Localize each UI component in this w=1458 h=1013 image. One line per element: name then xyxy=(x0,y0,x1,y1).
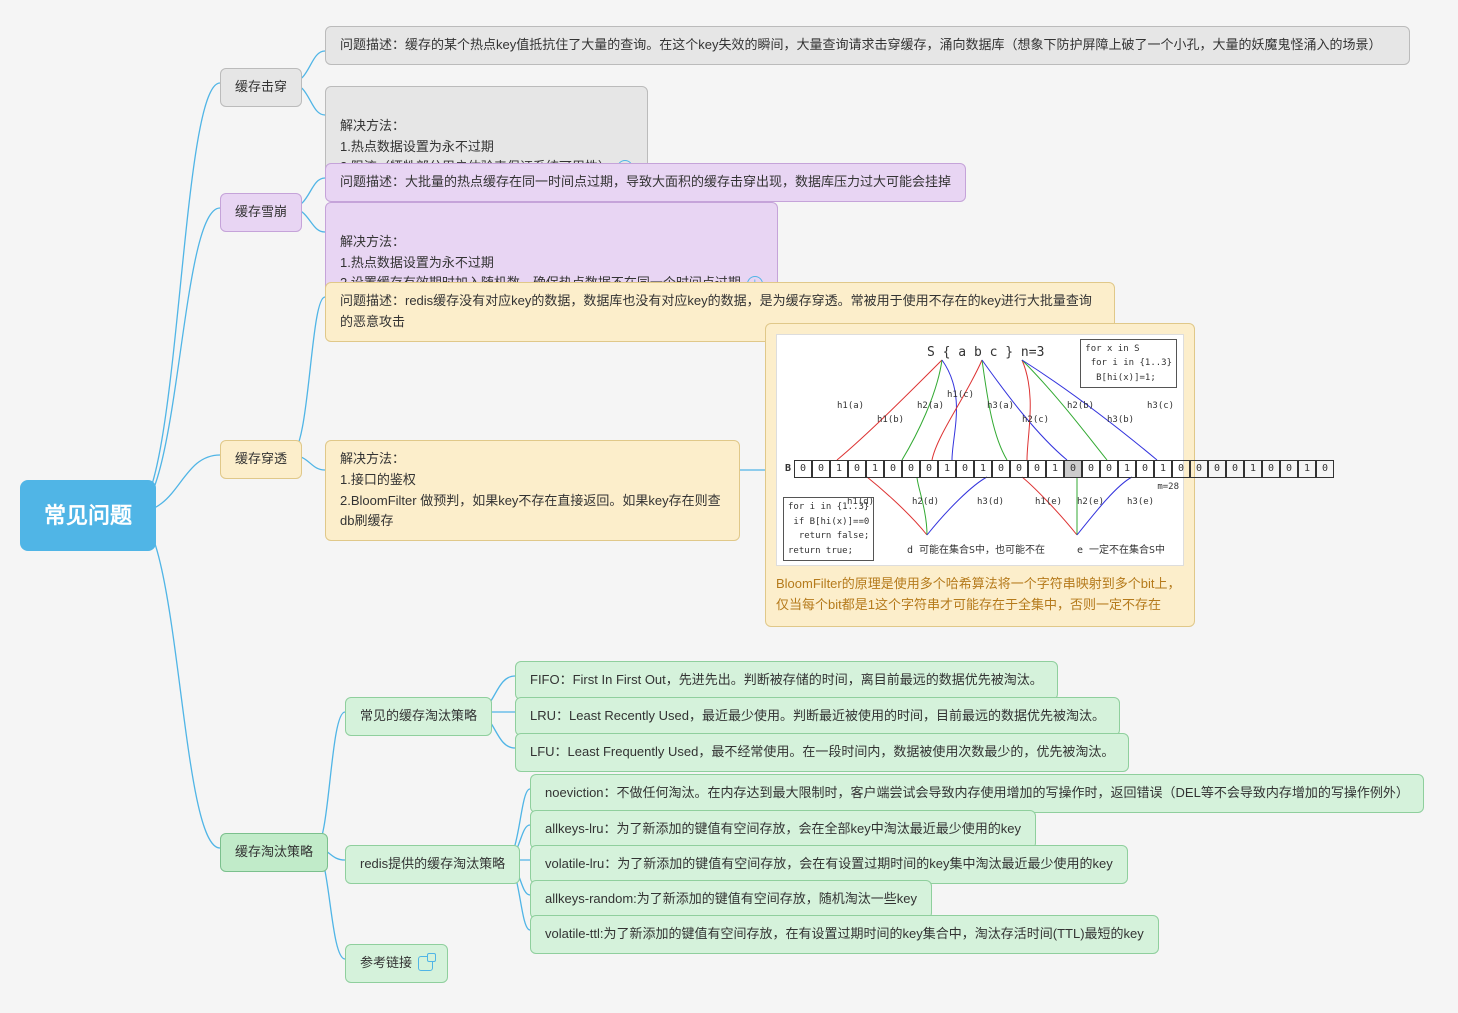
bloom-set-label: S { a b c } n=3 xyxy=(927,343,1044,364)
bloom-h1e: h1(e) xyxy=(1035,495,1062,509)
node-breakdown-desc[interactable]: 问题描述：缓存的某个热点key值抵抗住了大量的查询。在这个key失效的瞬间，大量… xyxy=(325,26,1410,65)
bloomfilter-diagram: S { a b c } n=3 for x in S for i in {1..… xyxy=(776,334,1184,566)
node-redis-evict[interactable]: redis提供的缓存淘汰策略 xyxy=(345,845,520,884)
link-icon[interactable] xyxy=(418,956,433,971)
bloom-h2d: h2(d) xyxy=(912,495,939,509)
bloom-h1b: h1(b) xyxy=(877,413,904,427)
node-avalanche-desc[interactable]: 问题描述：大批量的热点缓存在同一时间点过期，导致大面积的缓存击穿出现，数据库压力… xyxy=(325,163,966,202)
node-reference-link[interactable]: 参考链接 xyxy=(345,944,448,983)
root-node[interactable]: 常见问题 xyxy=(20,480,156,551)
reference-text: 参考链接 xyxy=(360,955,412,970)
bloom-h2e: h2(e) xyxy=(1077,495,1104,509)
node-lru[interactable]: LRU：Least Recently Used，最近最少使用。判断最近被使用的时… xyxy=(515,697,1120,736)
mindmap-canvas: 常见问题 缓存击穿 问题描述：缓存的某个热点key值抵抗住了大量的查询。在这个k… xyxy=(0,0,1458,1013)
node-volatile-lru[interactable]: volatile-lru：为了新添加的键值有空间存放，会在有设置过期时间的key… xyxy=(530,845,1128,884)
node-cache-penetrate[interactable]: 缓存穿透 xyxy=(220,440,302,479)
node-allkeys-lru[interactable]: allkeys-lru：为了新添加的键值有空间存放，会在全部key中淘汰最近最少… xyxy=(530,810,1036,849)
bloom-h2b: h2(b) xyxy=(1067,399,1094,413)
node-volatile-ttl[interactable]: volatile-ttl:为了新添加的键值有空间存放，在有设置过期时间的key集… xyxy=(530,915,1159,954)
node-lfu[interactable]: LFU：Least Frequently Used，最不经常使用。在一段时间内，… xyxy=(515,733,1129,772)
bloom-h3b: h3(b) xyxy=(1107,413,1134,427)
bloom-h2c: h2(c) xyxy=(1022,413,1049,427)
node-bloomfilter[interactable]: S { a b c } n=3 for x in S for i in {1..… xyxy=(765,323,1195,627)
node-cache-eviction[interactable]: 缓存淘汰策略 xyxy=(220,833,328,872)
bloomfilter-caption: BloomFilter的原理是使用多个哈希算法将一个字符串映射到多个bit上，仅… xyxy=(776,574,1184,616)
bloom-m: m=28 xyxy=(1157,480,1179,494)
node-common-evict[interactable]: 常见的缓存淘汰策略 xyxy=(345,697,492,736)
bloom-d-note: d 可能在集合S中，也可能不在 xyxy=(907,543,1045,559)
bloom-h2a: h2(a) xyxy=(917,399,944,413)
bloom-bit-array: B001010001010001000101000010010 xyxy=(785,460,1334,478)
bloom-h3e: h3(e) xyxy=(1127,495,1154,509)
bloom-e-note: e 一定不在集合S中 xyxy=(1077,543,1165,559)
node-cache-avalanche[interactable]: 缓存雪崩 xyxy=(220,193,302,232)
node-noeviction[interactable]: noeviction：不做任何淘汰。在内存达到最大限制时，客户端尝试会导致内存使… xyxy=(530,774,1424,813)
bloom-h3c: h3(c) xyxy=(1147,399,1174,413)
node-penetrate-solve[interactable]: 解决方法： 1.接口的鉴权 2.BloomFilter 做预判，如果key不存在… xyxy=(325,440,740,541)
node-cache-breakdown[interactable]: 缓存击穿 xyxy=(220,68,302,107)
bloom-h3a: h3(a) xyxy=(987,399,1014,413)
bloom-h3d: h3(d) xyxy=(977,495,1004,509)
node-allkeys-random[interactable]: allkeys-random:为了新添加的键值有空间存放，随机淘汰一些key xyxy=(530,880,932,919)
bloom-h1c: h1(c) xyxy=(947,388,974,402)
node-fifo[interactable]: FIFO：First In First Out，先进先出。判断被存储的时间，离目… xyxy=(515,661,1058,700)
bloom-h1a: h1(a) xyxy=(837,399,864,413)
bloom-code1: for x in S for i in {1..3} B[hi(x)]=1; xyxy=(1080,339,1177,388)
bloom-code2: for i in {1..3} if B[hi(x)]==0 return fa… xyxy=(783,497,874,561)
